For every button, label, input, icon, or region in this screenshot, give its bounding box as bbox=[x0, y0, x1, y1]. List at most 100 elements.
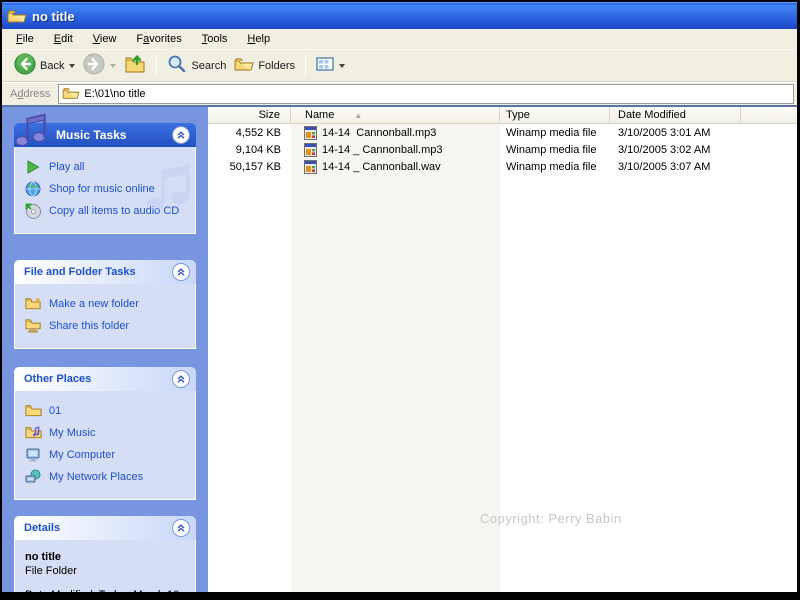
file-date-modified: 3/10/2005 3:07 AM bbox=[610, 161, 741, 173]
winamp-file-icon bbox=[304, 126, 318, 140]
toolbar-separator bbox=[156, 55, 157, 77]
sorted-column-shade bbox=[291, 124, 500, 592]
folders-label: Folders bbox=[258, 60, 295, 72]
file-folder-tasks-header[interactable]: File and Folder Tasks bbox=[14, 260, 196, 284]
column-header-type[interactable]: Type bbox=[500, 107, 610, 124]
up-folder-icon bbox=[124, 54, 146, 77]
menu-file[interactable]: File bbox=[6, 31, 44, 47]
place-01[interactable]: 01 bbox=[25, 403, 189, 419]
network-icon bbox=[25, 469, 42, 485]
details-item-modified: Date Modified: Today, March 10, 2005, 3:… bbox=[25, 588, 187, 592]
title-bar[interactable]: no title bbox=[2, 2, 797, 29]
menu-bar: File Edit View Favorites Tools Help bbox=[2, 29, 797, 50]
search-icon bbox=[167, 54, 187, 77]
menu-tools[interactable]: Tools bbox=[192, 31, 238, 47]
collapse-chevron-icon[interactable] bbox=[172, 126, 190, 144]
copyright-watermark: Copyright: Perry Babin bbox=[480, 511, 622, 526]
file-name: 14-14 Cannonball.mp3 bbox=[322, 127, 436, 139]
column-headers: Size Name ▲ Type Date Modified bbox=[208, 107, 797, 124]
place-my-computer[interactable]: My Computer bbox=[25, 447, 189, 463]
file-date-modified: 3/10/2005 3:02 AM bbox=[610, 144, 741, 156]
forward-dropdown-caret bbox=[110, 64, 116, 68]
task-share-folder[interactable]: Share this folder bbox=[25, 318, 189, 334]
column-header-name[interactable]: Name ▲ bbox=[291, 107, 500, 124]
back-label: Back bbox=[40, 60, 64, 72]
address-path: E:\01\no title bbox=[84, 88, 145, 100]
file-folder-tasks-body: Make a new folder Share this folder bbox=[14, 284, 196, 349]
sort-ascending-icon: ▲ bbox=[354, 111, 362, 120]
other-places-title: Other Places bbox=[24, 373, 91, 385]
toolbar: Back bbox=[2, 50, 797, 82]
details-header[interactable]: Details bbox=[14, 516, 196, 540]
task-pane: Music Tasks bbox=[2, 107, 208, 592]
share-folder-icon bbox=[25, 318, 42, 334]
file-type: Winamp media file bbox=[500, 144, 610, 156]
menu-help[interactable]: Help bbox=[237, 31, 280, 47]
up-button[interactable] bbox=[120, 52, 150, 80]
search-button[interactable]: Search bbox=[163, 52, 230, 80]
file-list-pane[interactable]: Size Name ▲ Type Date Modified 4,552 KB bbox=[208, 107, 797, 592]
winamp-file-icon bbox=[304, 143, 318, 157]
details-item-type: File Folder bbox=[25, 564, 187, 578]
details-panel: Details no title File Folder Date Modifi… bbox=[14, 516, 196, 592]
file-type: Winamp media file bbox=[500, 127, 610, 139]
other-places-body: 01 My Music bbox=[14, 391, 196, 500]
music-folder-icon bbox=[25, 425, 42, 441]
file-row[interactable]: 4,552 KB 14-14 Cannonball.mp3 bbox=[208, 124, 797, 141]
cd-burn-icon bbox=[25, 203, 42, 219]
window-title: no title bbox=[32, 9, 75, 24]
folders-icon bbox=[234, 56, 254, 75]
explorer-window: no title File Edit View Favorites Tools … bbox=[0, 0, 800, 600]
menu-edit[interactable]: Edit bbox=[44, 31, 83, 47]
menu-favorites[interactable]: Favorites bbox=[126, 31, 191, 47]
file-folder-tasks-title: File and Folder Tasks bbox=[24, 266, 136, 278]
music-tasks-panel: Music Tasks bbox=[14, 123, 196, 234]
menu-view[interactable]: View bbox=[83, 31, 127, 47]
collapse-chevron-icon[interactable] bbox=[172, 263, 190, 281]
views-icon bbox=[316, 56, 334, 75]
search-label: Search bbox=[191, 60, 226, 72]
back-icon bbox=[14, 53, 36, 78]
other-places-panel: Other Places 01 bbox=[14, 367, 196, 500]
folder-icon bbox=[25, 403, 42, 419]
address-input[interactable]: E:\01\no title bbox=[58, 84, 794, 104]
music-note-icon bbox=[12, 111, 48, 149]
file-name: 14-14 _ Cannonball.wav bbox=[322, 161, 441, 173]
file-name: 14-14 _ Cannonball.mp3 bbox=[322, 144, 442, 156]
column-header-blank bbox=[741, 107, 797, 124]
forward-icon bbox=[83, 53, 105, 78]
file-row[interactable]: 9,104 KB 14-14 _ Cannonball.mp3 bbox=[208, 141, 797, 158]
globe-icon bbox=[25, 181, 42, 197]
file-type: Winamp media file bbox=[500, 161, 610, 173]
address-folder-icon bbox=[62, 86, 80, 103]
column-header-date-modified[interactable]: Date Modified bbox=[610, 107, 741, 124]
music-tasks-body: Play all Shop for music online bbox=[14, 147, 196, 234]
music-tasks-title: Music Tasks bbox=[56, 128, 126, 142]
file-folder-tasks-panel: File and Folder Tasks bbox=[14, 260, 196, 349]
views-button[interactable] bbox=[312, 52, 349, 80]
file-row[interactable]: 50,157 KB 14-14 _ Cannonball.wav bbox=[208, 158, 797, 175]
open-folder-icon bbox=[7, 8, 27, 24]
play-icon bbox=[25, 159, 42, 175]
back-dropdown-caret[interactable] bbox=[69, 64, 75, 68]
folders-button[interactable]: Folders bbox=[230, 52, 299, 80]
file-size: 4,552 KB bbox=[208, 127, 291, 139]
other-places-header[interactable]: Other Places bbox=[14, 367, 196, 391]
file-size: 9,104 KB bbox=[208, 144, 291, 156]
back-button[interactable]: Back bbox=[10, 52, 79, 80]
new-folder-icon bbox=[25, 296, 42, 312]
details-body: no title File Folder Date Modified: Toda… bbox=[14, 540, 196, 592]
place-my-music[interactable]: My Music bbox=[25, 425, 189, 441]
file-size: 50,157 KB bbox=[208, 161, 291, 173]
forward-button[interactable] bbox=[79, 52, 120, 80]
collapse-chevron-icon[interactable] bbox=[172, 519, 190, 537]
task-make-new-folder[interactable]: Make a new folder bbox=[25, 296, 189, 312]
place-my-network[interactable]: My Network Places bbox=[25, 469, 189, 485]
collapse-chevron-icon[interactable] bbox=[172, 370, 190, 388]
winamp-file-icon bbox=[304, 160, 318, 174]
views-dropdown-caret[interactable] bbox=[339, 64, 345, 68]
column-header-size[interactable]: Size bbox=[208, 107, 291, 124]
address-label: Address bbox=[10, 88, 50, 100]
music-note-watermark-icon bbox=[141, 153, 193, 223]
computer-icon bbox=[25, 447, 42, 463]
